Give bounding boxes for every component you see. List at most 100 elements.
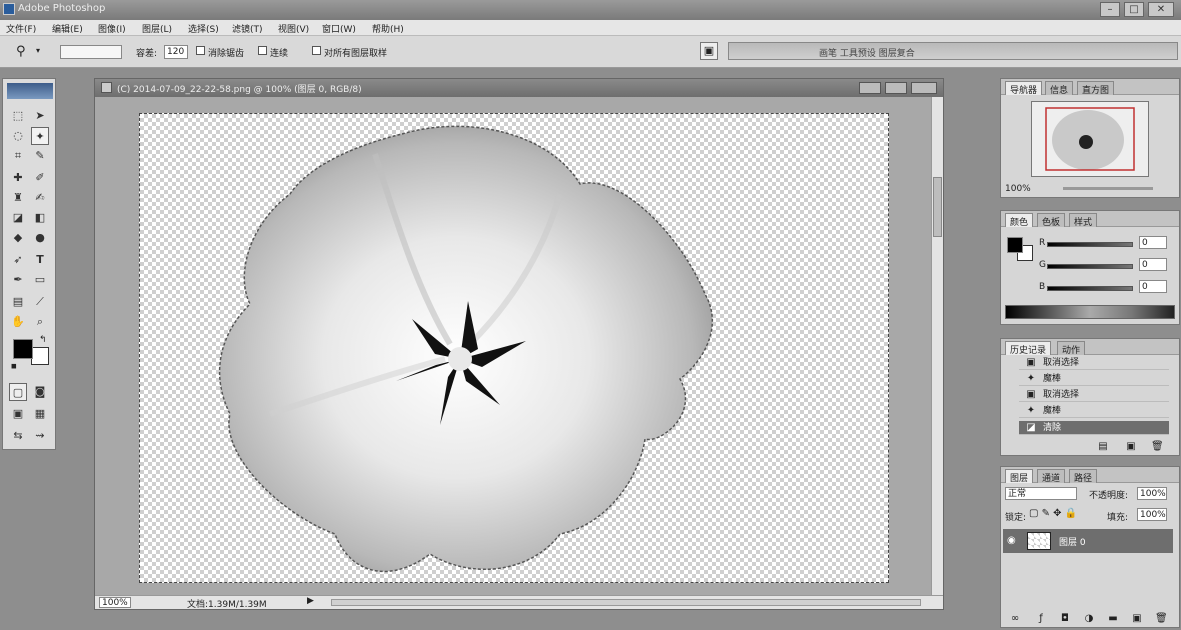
path-selection-icon[interactable]: ➶	[9, 251, 27, 269]
color-ramp[interactable]	[1005, 305, 1175, 319]
pen-icon[interactable]: ✒	[9, 271, 27, 289]
foreground-color-swatch[interactable]	[13, 339, 33, 359]
dodge-icon[interactable]: ●	[31, 229, 49, 247]
navigator-zoom-value[interactable]: 100%	[1005, 184, 1031, 194]
tab-info[interactable]: 信息	[1045, 81, 1074, 96]
palette-toggle-icon[interactable]: ▣	[700, 42, 718, 60]
all-layers-checkbox[interactable]	[312, 46, 321, 55]
type-icon[interactable]: T	[31, 251, 49, 269]
navigator-thumbnail[interactable]	[1031, 101, 1149, 177]
channel-g-slider[interactable]	[1047, 264, 1133, 269]
tab-history[interactable]: 历史记录	[1005, 341, 1052, 356]
tab-color[interactable]: 颜色	[1005, 213, 1034, 228]
channel-r-input[interactable]: 0	[1139, 236, 1167, 249]
color-fg-swatch[interactable]	[1007, 237, 1023, 253]
opacity-input[interactable]: 100%	[1137, 487, 1167, 500]
notes-icon[interactable]: ▤	[9, 293, 27, 311]
crop-icon[interactable]: ⌗	[9, 147, 27, 165]
zoom-input[interactable]: 100%	[99, 597, 131, 608]
layer-mask-icon[interactable]: ◘	[1059, 613, 1071, 625]
history-item[interactable]: ✦ 魔棒	[1019, 404, 1169, 418]
quick-mask-icon[interactable]: ◙	[31, 383, 49, 401]
tab-channels[interactable]: 通道	[1037, 469, 1066, 484]
healing-brush-icon[interactable]: ✚	[9, 169, 27, 187]
doc-minimize-button[interactable]	[859, 82, 881, 94]
palette-well-tabs[interactable]: 画笔 工具预设 图层复合	[819, 46, 915, 59]
standard-mode-icon[interactable]: ▢	[9, 383, 27, 401]
zoom-icon[interactable]: ⌕	[31, 313, 49, 331]
close-button[interactable]: ✕	[1148, 2, 1174, 17]
blur-icon[interactable]: ◆	[9, 229, 27, 247]
preset-dropdown-icon[interactable]: ▾	[36, 46, 40, 55]
layer-row[interactable]: ◉ 图层 0	[1003, 529, 1173, 553]
navigator-zoom-slider[interactable]	[1063, 187, 1153, 190]
menu-layer[interactable]: 图层(L)	[142, 22, 172, 35]
hand-icon[interactable]: ✋	[9, 313, 27, 331]
horizontal-scrollbar[interactable]	[331, 599, 921, 606]
eyedropper-icon[interactable]: ⟋	[31, 293, 49, 311]
layer-name[interactable]: 图层 0	[1059, 535, 1086, 548]
menu-file[interactable]: 文件(F)	[6, 22, 36, 35]
eraser-icon[interactable]: ◪	[9, 209, 27, 227]
minimize-button[interactable]: –	[1100, 2, 1120, 17]
jump-to-imageready-icon[interactable]: ⇆	[9, 427, 27, 445]
tab-histogram[interactable]: 直方图	[1077, 81, 1115, 96]
menu-image[interactable]: 图像(I)	[98, 22, 126, 35]
doc-close-button[interactable]	[911, 82, 937, 94]
history-item[interactable]: ▣ 取消选择	[1019, 356, 1169, 370]
new-document-from-state-icon[interactable]: ▤	[1097, 441, 1109, 453]
background-color-swatch[interactable]	[31, 347, 49, 365]
document-title-bar[interactable]: (C) 2014-07-09_22-22-58.png @ 100% (图层 0…	[95, 79, 943, 97]
new-group-icon[interactable]: ▬	[1107, 613, 1119, 625]
new-layer-icon[interactable]: ▣	[1131, 613, 1143, 625]
menu-edit[interactable]: 编辑(E)	[52, 22, 83, 35]
screen-mode-standard-icon[interactable]: ▣	[9, 405, 27, 423]
history-item[interactable]: ▣ 取消选择	[1019, 388, 1169, 402]
channel-g-input[interactable]: 0	[1139, 258, 1167, 271]
history-item-selected[interactable]: ◪ 清除	[1019, 421, 1169, 435]
marquee-icon[interactable]: ⬚	[9, 107, 27, 125]
tolerance-input[interactable]: 120	[164, 45, 188, 59]
layer-style-icon[interactable]: ƒ	[1035, 613, 1047, 625]
fill-input[interactable]: 100%	[1137, 508, 1167, 521]
tab-layers[interactable]: 图层	[1005, 469, 1034, 484]
tab-styles[interactable]: 样式	[1069, 213, 1098, 228]
link-layers-icon[interactable]: ∞	[1009, 613, 1021, 625]
channel-b-slider[interactable]	[1047, 286, 1133, 291]
lasso-icon[interactable]: ◌	[9, 127, 27, 145]
magic-wand-icon[interactable]: ✦	[31, 127, 49, 145]
gradient-icon[interactable]: ◧	[31, 209, 49, 227]
clone-stamp-icon[interactable]: ♜	[9, 189, 27, 207]
new-snapshot-icon[interactable]: ▣	[1125, 441, 1137, 453]
channel-r-slider[interactable]	[1047, 242, 1133, 247]
slice-icon[interactable]: ✎	[31, 147, 49, 165]
imageready-icon[interactable]: ⇝	[31, 427, 49, 445]
tab-paths[interactable]: 路径	[1069, 469, 1098, 484]
vertical-scrollbar[interactable]	[931, 97, 943, 595]
status-menu-arrow-icon[interactable]: ▶	[307, 596, 314, 606]
shape-icon[interactable]: ▭	[31, 271, 49, 289]
blend-mode-select[interactable]: 正常	[1005, 487, 1077, 500]
delete-layer-icon[interactable]: 🗑	[1155, 613, 1168, 625]
maximize-button[interactable]: □	[1124, 2, 1144, 17]
antialias-checkbox[interactable]	[196, 46, 205, 55]
history-brush-icon[interactable]: ✍	[31, 189, 49, 207]
adjustment-layer-icon[interactable]: ◑	[1083, 613, 1095, 625]
history-item[interactable]: ✦ 魔棒	[1019, 372, 1169, 386]
doc-maximize-button[interactable]	[885, 82, 907, 94]
contiguous-checkbox[interactable]	[258, 46, 267, 55]
menu-select[interactable]: 选择(S)	[188, 22, 219, 35]
menu-window[interactable]: 窗口(W)	[322, 22, 356, 35]
selection-mode-buttons[interactable]	[60, 45, 122, 59]
channel-b-input[interactable]: 0	[1139, 280, 1167, 293]
tab-navigator[interactable]: 导航器	[1005, 81, 1043, 96]
magic-wand-preset-icon[interactable]: ⚲	[16, 44, 26, 59]
menu-help[interactable]: 帮助(H)	[372, 22, 404, 35]
swap-colors-icon[interactable]: ↰	[39, 335, 47, 345]
image-canvas[interactable]	[139, 113, 889, 583]
menu-view[interactable]: 视图(V)	[278, 22, 309, 35]
layer-visibility-eye-icon[interactable]: ◉	[1007, 535, 1016, 546]
tab-swatches[interactable]: 色板	[1037, 213, 1066, 228]
vertical-scroll-thumb[interactable]	[933, 177, 942, 237]
move-icon[interactable]: ➤	[31, 107, 49, 125]
